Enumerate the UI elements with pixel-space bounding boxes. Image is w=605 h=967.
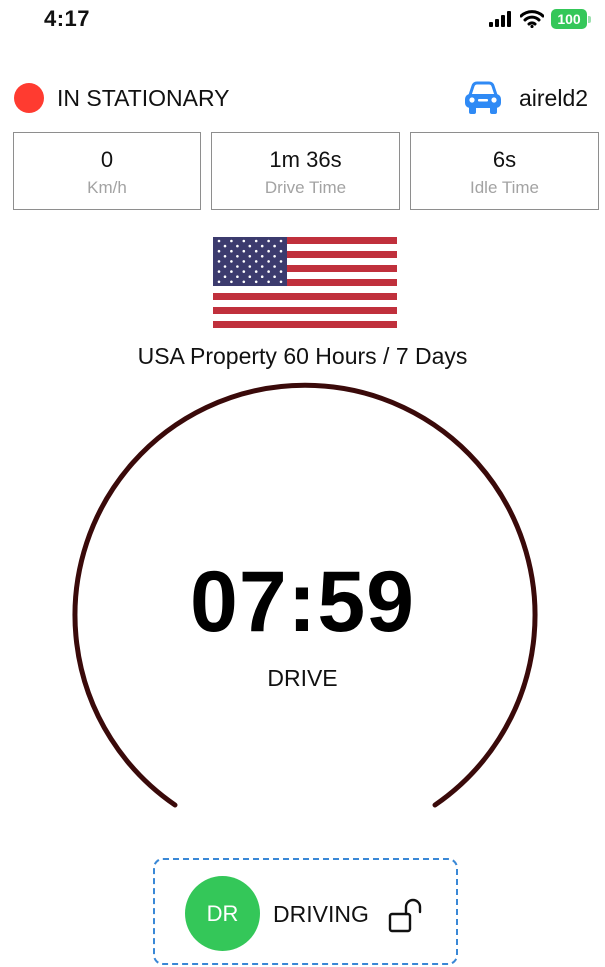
idle-time-label: Idle Time: [470, 178, 539, 197]
duty-status-selector[interactable]: DR DRIVING: [153, 858, 458, 965]
wifi-icon: [520, 10, 544, 28]
duty-status-label: DRIVING: [273, 901, 369, 927]
drive-time-value: 1m 36s: [269, 147, 342, 172]
speed-label: Km/h: [87, 178, 127, 197]
driver-avatar[interactable]: DR: [185, 876, 260, 951]
signal-icon: [489, 11, 511, 27]
vehicle-name[interactable]: aireld2: [519, 85, 588, 111]
battery-tip: [588, 15, 591, 23]
status-bar: 4:17 100: [0, 0, 605, 44]
speed-value: 0: [100, 147, 114, 172]
stats-row: 0 Km/h 1m 36s Drive Time 6s Idle Time: [13, 132, 599, 210]
status-time: 4:17: [44, 6, 91, 31]
car-icon[interactable]: [462, 80, 504, 116]
unlock-icon[interactable]: [388, 898, 424, 934]
remaining-drive-time: 07:59: [190, 554, 415, 650]
drive-time-stat: 1m 36s Drive Time: [211, 132, 400, 210]
idle-time-value: 6s: [492, 147, 517, 172]
speed-stat: 0 Km/h: [13, 132, 201, 210]
usa-flag-icon: [213, 237, 397, 328]
vehicle-state-label: IN STATIONARY: [57, 85, 230, 111]
battery-icon: 100: [551, 9, 591, 29]
idle-time-stat: 6s Idle Time: [410, 132, 599, 210]
status-icons: 100: [489, 8, 591, 30]
ruleset-label: USA Property 60 Hours / 7 Days: [137, 343, 468, 369]
battery-level: 100: [551, 9, 587, 29]
state-indicator-dot: [14, 83, 44, 113]
duty-mode-label: DRIVE: [267, 665, 338, 691]
drive-time-label: Drive Time: [264, 178, 347, 197]
vehicle-state-row: IN STATIONARY aireld2: [0, 80, 605, 116]
